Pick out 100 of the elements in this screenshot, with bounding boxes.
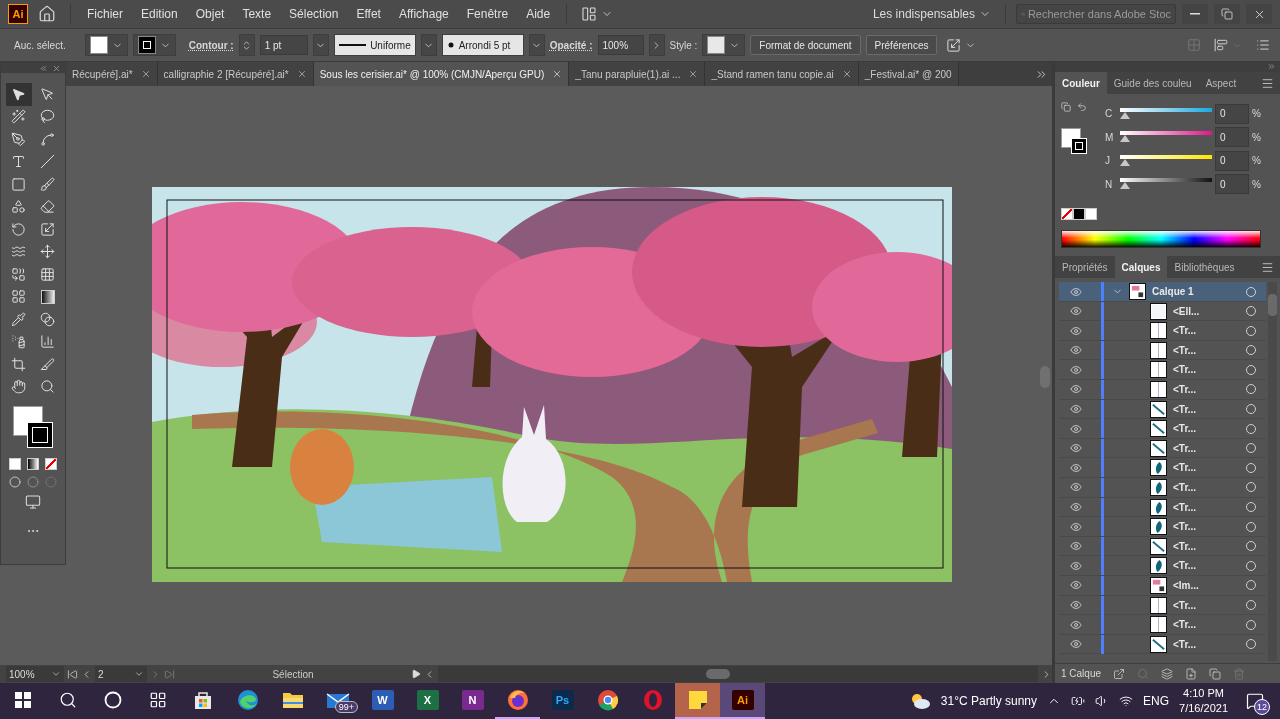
channel-label: J xyxy=(1105,155,1111,167)
unit-label: % xyxy=(1252,108,1262,120)
menu-item[interactable]: Edition xyxy=(135,5,184,23)
count-badge: 12 xyxy=(1254,699,1270,715)
clock-date[interactable]: 7/16/2021 xyxy=(1179,701,1228,716)
notebook-icon: N xyxy=(461,690,484,710)
layer-count: 1 Calque xyxy=(1061,668,1102,679)
layer-row[interactable]: <Tr... xyxy=(1059,497,1266,518)
panel-tab[interactable]: Propriétés xyxy=(1055,256,1115,278)
layer-name: <Ell... xyxy=(1173,305,1200,317)
menu-item[interactable]: Fenêtre xyxy=(460,5,515,23)
layer-row[interactable]: <Tr... xyxy=(1059,634,1266,655)
layer-row[interactable]: <Tr... xyxy=(1059,379,1266,400)
layer-name: <Tr... xyxy=(1173,599,1197,611)
word-icon: W xyxy=(371,690,394,710)
brush-dropdown[interactable]: Arrondi 5 pt xyxy=(441,34,524,56)
layer-name: <Tr... xyxy=(1173,442,1197,454)
unit-label: % xyxy=(1252,131,1262,143)
layer-name: Calque 1 xyxy=(1152,286,1194,297)
layer-name: <Tr... xyxy=(1173,481,1197,493)
photoshop-icon: Ps xyxy=(551,690,574,710)
layer-row[interactable]: Calque 1 xyxy=(1059,282,1266,302)
document-tab[interactable]: _Festival.ai* @ 200 xyxy=(858,62,959,86)
panel-tab[interactable]: Bibliothèques xyxy=(1167,256,1242,278)
layer-name: <Tr... xyxy=(1173,501,1197,513)
channel-label: C xyxy=(1105,108,1114,120)
layer-name: <Tr... xyxy=(1173,619,1197,631)
notifications-button[interactable]: 12 xyxy=(1238,686,1272,716)
document-tab[interactable]: Récupéré].ai* xyxy=(66,62,158,86)
layer-row[interactable]: <Tr... xyxy=(1059,595,1266,616)
panel-tab[interactable]: Calques xyxy=(1114,256,1168,278)
layer-row[interactable]: <Im... xyxy=(1059,575,1266,596)
value-field[interactable]: 0 xyxy=(1215,174,1249,195)
layer-row[interactable]: <Tr... xyxy=(1059,517,1266,537)
panel-tab[interactable]: Aspect xyxy=(1198,72,1244,94)
page-field[interactable]: 2 xyxy=(95,666,147,682)
menu-item[interactable]: Aide xyxy=(520,5,557,23)
layer-name: <Tr... xyxy=(1173,462,1197,474)
panel-button[interactable]: Préférences xyxy=(865,35,938,55)
layer-row[interactable]: <Tr... xyxy=(1059,340,1266,361)
document-tab[interactable]: _Tanu parapluie(1).ai ... xyxy=(569,62,706,86)
taskbar-app[interactable]: Ps xyxy=(540,683,585,719)
menu-item[interactable]: Objet xyxy=(189,5,231,23)
layer-row[interactable]: <Tr... xyxy=(1059,438,1266,459)
stroke-weight-field[interactable]: 1 pt xyxy=(259,35,308,55)
profile-dropdown[interactable]: Uniforme xyxy=(333,34,416,56)
selection-status: Auc. sélect. xyxy=(14,39,66,51)
layer-name: <Tr... xyxy=(1173,383,1197,395)
app-logo[interactable]: Ai xyxy=(8,4,28,24)
layer-row[interactable]: <Tr... xyxy=(1059,458,1266,478)
clock-time[interactable]: 4:10 PM xyxy=(1183,686,1224,701)
language-indicator[interactable]: ENG xyxy=(1143,694,1170,708)
layer-row[interactable]: <Tr... xyxy=(1059,399,1266,420)
panel-button[interactable]: Format de document xyxy=(750,35,861,55)
menu-item[interactable]: Texte xyxy=(236,5,278,23)
taskbar-app[interactable]: 99+ xyxy=(315,683,360,719)
weather-text[interactable]: 31°C Partly sunny xyxy=(940,694,1038,708)
menu-item[interactable]: Effet xyxy=(350,5,387,23)
layer-row[interactable]: <Tr... xyxy=(1059,615,1266,635)
menu-item[interactable]: Affichage xyxy=(392,5,455,23)
menu-item[interactable]: Fichier xyxy=(81,5,129,23)
taskbar-app[interactable]: W xyxy=(360,683,405,719)
layer-row[interactable]: <Tr... xyxy=(1059,536,1266,557)
layer-name: <Tr... xyxy=(1173,325,1197,337)
layer-row[interactable]: <Tr... xyxy=(1059,556,1266,576)
layer-name: <Tr... xyxy=(1173,521,1197,533)
channel-label: N xyxy=(1105,178,1114,190)
workspace-dropdown[interactable]: Les indispensables xyxy=(868,5,995,23)
layer-row[interactable]: <Tr... xyxy=(1059,477,1266,498)
panel-tab[interactable]: Guide des couleu xyxy=(1106,72,1199,94)
layer-row[interactable]: <Tr... xyxy=(1059,321,1266,341)
taskbar-app[interactable]: N xyxy=(450,683,495,719)
document-tab[interactable]: calligraphie 2 [Récupéré].ai* xyxy=(157,62,314,86)
value-field[interactable]: 0 xyxy=(1215,150,1249,171)
taskbar-app[interactable]: Ai xyxy=(720,683,765,719)
count-badge: 99+ xyxy=(334,701,358,713)
menu-item[interactable]: Sélection xyxy=(283,5,345,23)
unit-label: % xyxy=(1252,178,1262,190)
opacity-label[interactable]: Opacité : xyxy=(549,39,593,51)
layer-name: <Tr... xyxy=(1173,364,1197,376)
document-tab[interactable]: Sous les cerisier.ai* @ 100% (CMJN/Aperçu GPU) xyxy=(313,62,570,86)
layer-name: <Tr... xyxy=(1173,423,1197,435)
layer-row[interactable]: <Ell... xyxy=(1059,301,1266,322)
value-field[interactable]: 0 xyxy=(1215,103,1249,124)
opacity-field[interactable]: 100% xyxy=(597,35,644,55)
value-field[interactable]: 0 xyxy=(1215,127,1249,148)
taskbar-app[interactable]: X xyxy=(405,683,450,719)
panel-tab[interactable]: Couleur xyxy=(1055,72,1107,94)
layer-name: <Tr... xyxy=(1173,540,1197,552)
layer-row[interactable]: <Tr... xyxy=(1059,360,1266,380)
search-field[interactable]: Rechercher dans Adobe Stoc xyxy=(1016,4,1176,24)
style-label: Style : xyxy=(669,39,698,51)
channel-label: M xyxy=(1105,131,1115,143)
document-tab[interactable]: _Stand ramen tanu copie.ai xyxy=(705,62,859,86)
zoom-field[interactable]: 100% xyxy=(6,666,64,682)
layer-row[interactable]: <Tr... xyxy=(1059,419,1266,439)
illustrator-icon: Ai xyxy=(731,690,754,710)
spreadsheet-icon: X xyxy=(416,690,439,710)
stroke-label[interactable]: Contour : xyxy=(188,39,234,51)
layer-name: <Tr... xyxy=(1173,403,1197,415)
